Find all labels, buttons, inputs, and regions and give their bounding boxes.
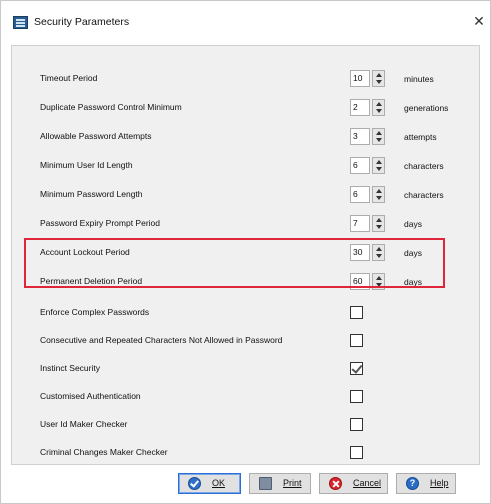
dialog-button-bar: OK Print Cancel ? Help <box>1 465 490 503</box>
param-label: Password Expiry Prompt Period <box>40 218 160 228</box>
print-button-label: Print <box>283 478 302 488</box>
title-bar: Security Parameters ✕ <box>1 1 490 41</box>
spinner-arrows-icon[interactable] <box>372 99 385 116</box>
param-unit: characters <box>404 161 444 171</box>
param-row-criminal-changes-maker-checker: Criminal Changes Maker Checker <box>12 443 481 465</box>
print-button[interactable]: Print <box>249 473 311 494</box>
duplicate-password-control-input[interactable]: 2 <box>350 99 370 116</box>
ok-button[interactable]: OK <box>178 473 241 494</box>
param-row-user-id-maker-checker: User Id Maker Checker <box>12 415 481 437</box>
param-label: Minimum User Id Length <box>40 160 133 170</box>
param-label: Customised Authentication <box>40 391 141 401</box>
minimum-user-id-length-input[interactable]: 6 <box>350 157 370 174</box>
cancel-button-label: Cancel <box>353 478 382 488</box>
security-parameters-dialog: Security Parameters ✕ Timeout Period 10 … <box>0 0 491 504</box>
customised-authentication-checkbox[interactable] <box>350 390 363 403</box>
param-label: Allowable Password Attempts <box>40 131 152 141</box>
param-row-enforce-complex-passwords: Enforce Complex Passwords <box>12 303 481 325</box>
param-row-duplicate-password-control: Duplicate Password Control Minimum 2 gen… <box>12 98 481 120</box>
instinct-security-checkbox[interactable] <box>350 362 363 375</box>
timeout-period-input[interactable]: 10 <box>350 70 370 87</box>
cancel-icon <box>329 477 342 490</box>
param-label: Consecutive and Repeated Characters Not … <box>40 335 283 345</box>
help-button-label: Help <box>430 478 449 488</box>
security-app-icon <box>13 16 28 29</box>
param-row-minimum-user-id-length: Minimum User Id Length 6 characters <box>12 156 481 178</box>
spinner-arrows-icon[interactable] <box>372 215 385 232</box>
help-button[interactable]: ? Help <box>396 473 456 494</box>
spinner-arrows-icon[interactable] <box>372 128 385 145</box>
allowable-password-attempts-input[interactable]: 3 <box>350 128 370 145</box>
spinner-arrows-icon[interactable] <box>372 157 385 174</box>
ok-icon <box>188 477 201 490</box>
param-unit: attempts <box>404 132 437 142</box>
param-label: Instinct Security <box>40 363 100 373</box>
user-id-maker-checker-checkbox[interactable] <box>350 418 363 431</box>
password-expiry-prompt-period-input[interactable]: 7 <box>350 215 370 232</box>
param-label: User Id Maker Checker <box>40 419 128 429</box>
param-label: Minimum Password Length <box>40 189 143 199</box>
param-unit: characters <box>404 190 444 200</box>
enforce-complex-passwords-checkbox[interactable] <box>350 306 363 319</box>
help-icon: ? <box>406 477 419 490</box>
window-title: Security Parameters <box>34 16 130 28</box>
param-label: Enforce Complex Passwords <box>40 307 150 317</box>
param-unit: days <box>404 219 422 229</box>
param-row-minimum-password-length: Minimum Password Length 6 characters <box>12 185 481 207</box>
parameters-panel: Timeout Period 10 minutes Duplicate Pass… <box>11 45 480 465</box>
param-label: Timeout Period <box>40 73 98 83</box>
consecutive-repeated-characters-checkbox[interactable] <box>350 334 363 347</box>
printer-icon <box>259 477 272 490</box>
param-row-timeout-period: Timeout Period 10 minutes <box>12 69 481 91</box>
param-row-allowable-password-attempts: Allowable Password Attempts 3 attempts <box>12 127 481 149</box>
highlight-box <box>24 238 445 288</box>
param-unit: generations <box>404 103 449 113</box>
param-row-customised-authentication: Customised Authentication <box>12 387 481 409</box>
param-row-password-expiry-prompt-period: Password Expiry Prompt Period 7 days <box>12 214 481 236</box>
param-unit: minutes <box>404 74 434 84</box>
spinner-arrows-icon[interactable] <box>372 70 385 87</box>
close-icon[interactable]: ✕ <box>469 10 489 32</box>
criminal-changes-maker-checker-checkbox[interactable] <box>350 446 363 459</box>
param-row-consecutive-repeated-characters: Consecutive and Repeated Characters Not … <box>12 331 481 353</box>
minimum-password-length-input[interactable]: 6 <box>350 186 370 203</box>
param-row-instinct-security: Instinct Security <box>12 359 481 381</box>
param-label: Duplicate Password Control Minimum <box>40 102 182 112</box>
spinner-arrows-icon[interactable] <box>372 186 385 203</box>
ok-button-label: OK <box>212 478 226 488</box>
param-label: Criminal Changes Maker Checker <box>40 447 168 457</box>
cancel-button[interactable]: Cancel <box>319 473 388 494</box>
